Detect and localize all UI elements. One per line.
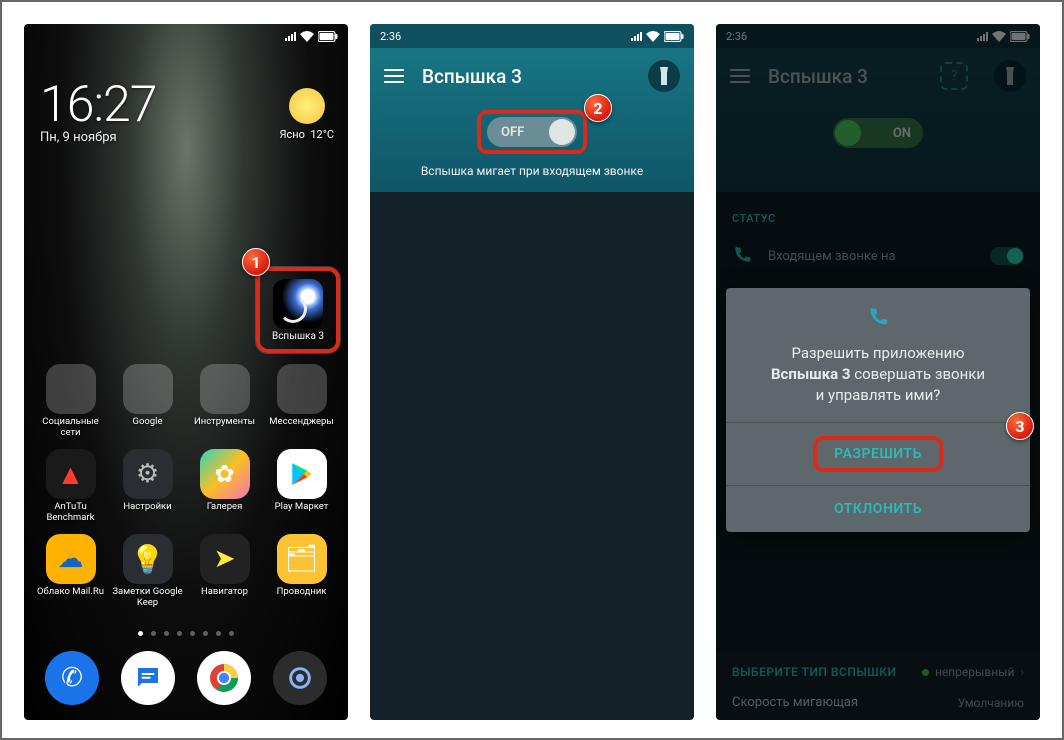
folder-messengers[interactable]: Мессенджеры	[265, 364, 338, 439]
dock: ✆	[24, 651, 348, 708]
folder-tools[interactable]: Инструменты	[188, 364, 261, 439]
app-screen-off: 2:36 Вспышка 3 2 OFF Вспышка мигает при …	[370, 24, 694, 720]
app-play-market[interactable]: Play Маркет	[265, 449, 338, 524]
wifi-icon	[300, 31, 314, 42]
callout-badge-3: 3	[1006, 412, 1034, 440]
signal-icon	[631, 31, 642, 41]
status-bar: 2:36	[370, 24, 694, 48]
home-app-grid: Социальные сети Google Инструменты Мессе…	[24, 364, 348, 609]
app-gallery[interactable]: ✿ Галерея	[188, 449, 261, 524]
home-screen: 16:27 Пн, 9 ноября Ясно 12°C 1 Вспышка 3…	[24, 24, 348, 720]
toggle-highlight: OFF	[477, 110, 587, 154]
dock-messages[interactable]	[121, 651, 175, 705]
app-header: 2:36 Вспышка 3 2 OFF Вспышка мигает при …	[370, 24, 694, 192]
permission-dialog: Разрешить приложению Вспышка 3 совершать…	[726, 288, 1030, 532]
app-settings[interactable]: ⚙ Настройки	[111, 449, 184, 524]
app-titlebar: Вспышка 3	[370, 48, 694, 104]
permission-text: Разрешить приложению Вспышка 3 совершать…	[748, 343, 1008, 406]
weather-text: Ясно 12°C	[280, 128, 335, 141]
sun-icon	[289, 88, 325, 124]
toggle-caption: Вспышка мигает при входящем звонке	[370, 164, 694, 178]
permission-actions: РАЗРЕШИТЬ ОТКЛОНИТЬ	[726, 422, 1030, 532]
dock-chrome[interactable]	[197, 651, 251, 705]
weather-widget[interactable]: Ясно 12°C	[280, 88, 335, 141]
battery-icon	[318, 31, 338, 42]
callout-badge-2: 2	[584, 94, 612, 122]
status-bar	[24, 24, 348, 48]
phone-permission-icon	[748, 306, 1008, 333]
flash-app-highlighted[interactable]: Вспышка 3	[256, 267, 340, 353]
app-keep-notes[interactable]: 💡 Заметки Google Keep	[111, 534, 184, 609]
page-indicator	[24, 631, 348, 636]
flash-app-label: Вспышка 3	[272, 331, 324, 342]
toggle-off-label: OFF	[501, 125, 524, 140]
main-toggle-off[interactable]: OFF	[487, 117, 577, 147]
flash-app-icon	[273, 279, 323, 329]
wifi-icon	[646, 31, 660, 42]
deny-button[interactable]: ОТКЛОНИТЬ	[726, 486, 1030, 532]
callout-badge-1: 1	[242, 248, 270, 276]
folder-social[interactable]: Социальные сети	[34, 364, 107, 439]
allow-button[interactable]: РАЗРЕШИТЬ	[726, 423, 1030, 486]
menu-icon[interactable]	[384, 69, 404, 83]
dock-phone[interactable]: ✆	[45, 651, 99, 705]
battery-icon	[664, 31, 684, 42]
folder-google[interactable]: Google	[111, 364, 184, 439]
app-antutu[interactable]: ▲ AnTuTu Benchmark	[34, 449, 107, 524]
app-screen-permission: 2:36 Вспышка 3 ? ON СТАТУС Входящем звон…	[716, 24, 1040, 720]
app-title: Вспышка 3	[422, 65, 630, 88]
allow-highlight: РАЗРЕШИТЬ	[813, 436, 943, 472]
app-cloud-mailru[interactable]: ☁ Облако Mail.Ru	[34, 534, 107, 609]
torch-button[interactable]	[648, 60, 680, 92]
toggle-area: 2 OFF Вспышка мигает при входящем звонке	[370, 110, 694, 178]
app-file-manager[interactable]: 🗂 Проводник	[265, 534, 338, 609]
dock-camera[interactable]	[273, 651, 327, 705]
app-navigator[interactable]: ➤ Навигатор	[188, 534, 261, 609]
status-time: 2:36	[380, 30, 401, 43]
signal-icon	[285, 31, 296, 41]
